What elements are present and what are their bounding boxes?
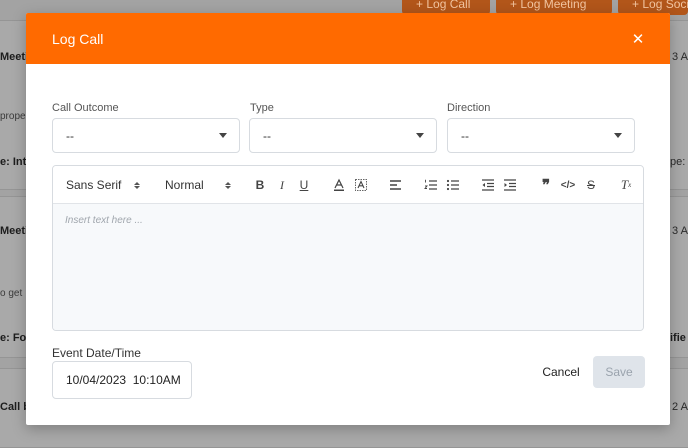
bg-card-title: Meeti [0,51,29,63]
type-select[interactable]: -- [249,118,437,153]
underline-icon[interactable]: U [296,177,312,193]
close-icon[interactable]: ✕ [630,31,646,48]
chevron-down-icon [219,133,227,138]
bg-card-time: 3 AM [672,225,688,237]
text-color-icon[interactable] [331,177,347,193]
bg-card-type-right: pe: [670,156,686,168]
bg-card-desc: prope [0,111,26,122]
direction-value: -- [461,128,469,143]
call-outcome-select[interactable]: -- [52,118,240,153]
chevron-down-icon [614,133,622,138]
blockquote-icon[interactable]: ❞ [538,177,554,194]
font-size-value: Normal [165,178,204,192]
indent-icon[interactable] [502,177,518,193]
updown-icon [134,181,140,189]
font-family-select[interactable]: Sans Serif [66,166,140,204]
code-icon[interactable]: </> [560,177,576,193]
bg-card-type: e: Int [0,156,27,168]
event-datetime-label: Event Date/Time [52,346,141,360]
notes-textarea[interactable]: Insert text here ... [53,204,643,330]
bg-card-type: e: Fo [0,332,27,344]
modal-header: Log Call ✕ [26,13,670,64]
type-label: Type [250,102,274,114]
direction-label: Direction [447,102,491,114]
log-call-modal: Log Call ✕ Call Outcome Type Direction -… [26,13,670,425]
direction-select[interactable]: -- [447,118,635,153]
bullet-list-icon[interactable] [445,177,461,193]
chevron-down-icon [416,133,424,138]
bg-card-desc: o get [0,288,23,299]
editor-toolbar: Sans Serif Normal B I U ❞ </> S T x [53,166,643,204]
type-value: -- [263,128,271,143]
clear-format-icon[interactable]: Tx [618,177,634,193]
ordered-list-icon[interactable] [423,177,439,193]
bg-card-time: 2 AM [672,401,688,413]
event-datetime-input[interactable]: 10/04/2023 10:10AM [52,361,192,399]
call-outcome-label: Call Outcome [52,102,119,114]
italic-icon[interactable]: I [274,177,290,193]
outdent-icon[interactable] [480,177,496,193]
notes-editor: Sans Serif Normal B I U ❞ </> S T x Inse… [52,165,644,331]
cancel-button[interactable]: Cancel [531,358,591,385]
font-size-select[interactable]: Normal [165,166,231,204]
background-color-icon[interactable] [353,177,369,193]
modal-title: Log Call [52,30,104,47]
align-icon[interactable] [388,177,404,193]
strikethrough-icon[interactable]: S [583,177,599,193]
bg-card-time: 3 AM [672,51,688,63]
bold-icon[interactable]: B [252,177,268,193]
bg-card-type-right: ifie [670,332,686,344]
save-button[interactable]: Save [593,356,645,388]
bg-card-title: Meeti [0,225,29,237]
font-family-value: Sans Serif [66,178,122,192]
call-outcome-value: -- [66,128,74,143]
updown-icon [225,181,231,189]
